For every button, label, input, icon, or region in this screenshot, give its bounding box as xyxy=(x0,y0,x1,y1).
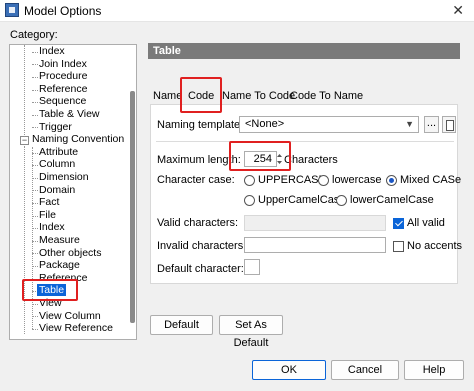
tree-item-naming-convention[interactable]: Naming Convention xyxy=(30,133,126,146)
tree-item-table[interactable]: Table xyxy=(37,284,67,297)
tree-item-view-column[interactable]: View Column xyxy=(37,310,103,323)
valid-characters-input[interactable] xyxy=(244,215,386,231)
radio-lower-camel-case[interactable]: lowerCamelCase xyxy=(336,194,434,206)
chevron-down-icon: ▼ xyxy=(405,119,414,129)
max-length-unit: Characters xyxy=(284,154,338,166)
tree-item-view[interactable]: View xyxy=(37,297,64,310)
tree-item-join-index[interactable]: Join Index xyxy=(37,58,89,71)
ellipsis-button[interactable]: ... xyxy=(424,116,439,133)
tab-name-to-code[interactable]: Name To Code xyxy=(222,90,295,102)
tree-item-procedure[interactable]: Procedure xyxy=(37,70,89,83)
tree-item-other-objects[interactable]: Other objects xyxy=(37,247,103,260)
radio-icon xyxy=(318,174,329,186)
radio-uppercase[interactable]: UPPERCASE xyxy=(244,174,326,186)
tree-item-column[interactable]: Column xyxy=(37,158,77,171)
radio-icon xyxy=(336,194,347,206)
tab-code-to-name[interactable]: Code To Name xyxy=(290,90,363,102)
tree-item-sequence[interactable]: Sequence xyxy=(37,95,88,108)
invalid-characters-input[interactable] xyxy=(244,237,386,253)
close-icon[interactable]: ✕ xyxy=(452,2,464,19)
tree-item-trigger[interactable]: Trigger xyxy=(37,121,74,134)
divider xyxy=(156,141,454,142)
tab-code[interactable]: Code xyxy=(188,90,214,102)
naming-template-label: Naming template: xyxy=(157,119,244,131)
collapse-icon[interactable]: − xyxy=(20,136,29,145)
naming-template-select[interactable]: <None> ▼ xyxy=(239,116,419,133)
tree-connector xyxy=(32,147,33,329)
cancel-button[interactable]: Cancel xyxy=(331,360,399,380)
tree-item-domain[interactable]: Domain xyxy=(37,184,77,197)
ok-button[interactable]: OK xyxy=(252,360,326,380)
properties-icon[interactable] xyxy=(442,116,456,133)
valid-characters-label: Valid characters: xyxy=(157,217,239,229)
tree-scrollbar-thumb[interactable] xyxy=(130,91,135,323)
tab-name[interactable]: Name xyxy=(153,90,182,102)
category-tree[interactable]: Index Join Index Procedure Reference Seq… xyxy=(9,44,137,340)
max-length-label: Maximum length: xyxy=(157,154,241,166)
category-label: Category: xyxy=(10,29,58,41)
radio-selected-icon xyxy=(386,174,397,186)
no-accents-checkbox[interactable]: No accents xyxy=(393,240,462,252)
default-character-label: Default character: xyxy=(157,263,244,275)
app-icon xyxy=(5,3,19,17)
help-button[interactable]: Help xyxy=(404,360,464,380)
radio-icon xyxy=(244,194,255,206)
set-as-default-button[interactable]: Set As Default xyxy=(219,315,283,349)
invalid-characters-label: Invalid characters: xyxy=(157,240,247,252)
tree-item-index[interactable]: Index xyxy=(37,45,67,58)
all-valid-checkbox[interactable]: All valid xyxy=(393,217,445,229)
tree-item-reference[interactable]: Reference xyxy=(37,83,89,96)
default-character-input[interactable] xyxy=(244,259,260,275)
tree-item-measure[interactable]: Measure xyxy=(37,234,82,247)
radio-lowercase[interactable]: lowercase xyxy=(318,174,382,186)
tree-item-index-nc[interactable]: Index xyxy=(37,221,67,234)
tree-item-table-view[interactable]: Table & View xyxy=(37,108,102,121)
spin-arrows-icon[interactable] xyxy=(277,151,282,167)
checkbox-icon xyxy=(393,240,404,252)
checkbox-checked-icon xyxy=(393,217,404,229)
tree-item-file[interactable]: File xyxy=(37,209,58,222)
radio-mixed-case[interactable]: Mixed CASe xyxy=(386,174,461,186)
tree-item-reference-nc[interactable]: Reference xyxy=(37,272,89,285)
title-bar: Model Options ✕ xyxy=(0,0,474,22)
radio-icon xyxy=(244,174,255,186)
tree-item-package[interactable]: Package xyxy=(37,259,82,272)
max-length-input[interactable]: 254 xyxy=(244,151,277,167)
panel-header: Table xyxy=(148,43,460,59)
tree-connector xyxy=(24,146,25,334)
tree-connector xyxy=(24,45,25,141)
tree-item-fact[interactable]: Fact xyxy=(37,196,61,209)
tree-item-dimension[interactable]: Dimension xyxy=(37,171,91,184)
default-button[interactable]: Default xyxy=(150,315,213,335)
radio-upper-camel-case[interactable]: UpperCamelCase xyxy=(244,194,345,206)
character-case-label: Character case: xyxy=(157,174,235,186)
window-title: Model Options xyxy=(24,4,102,18)
tree-item-attribute[interactable]: Attribute xyxy=(37,146,80,159)
tree-item-view-reference[interactable]: View Reference xyxy=(37,322,115,335)
